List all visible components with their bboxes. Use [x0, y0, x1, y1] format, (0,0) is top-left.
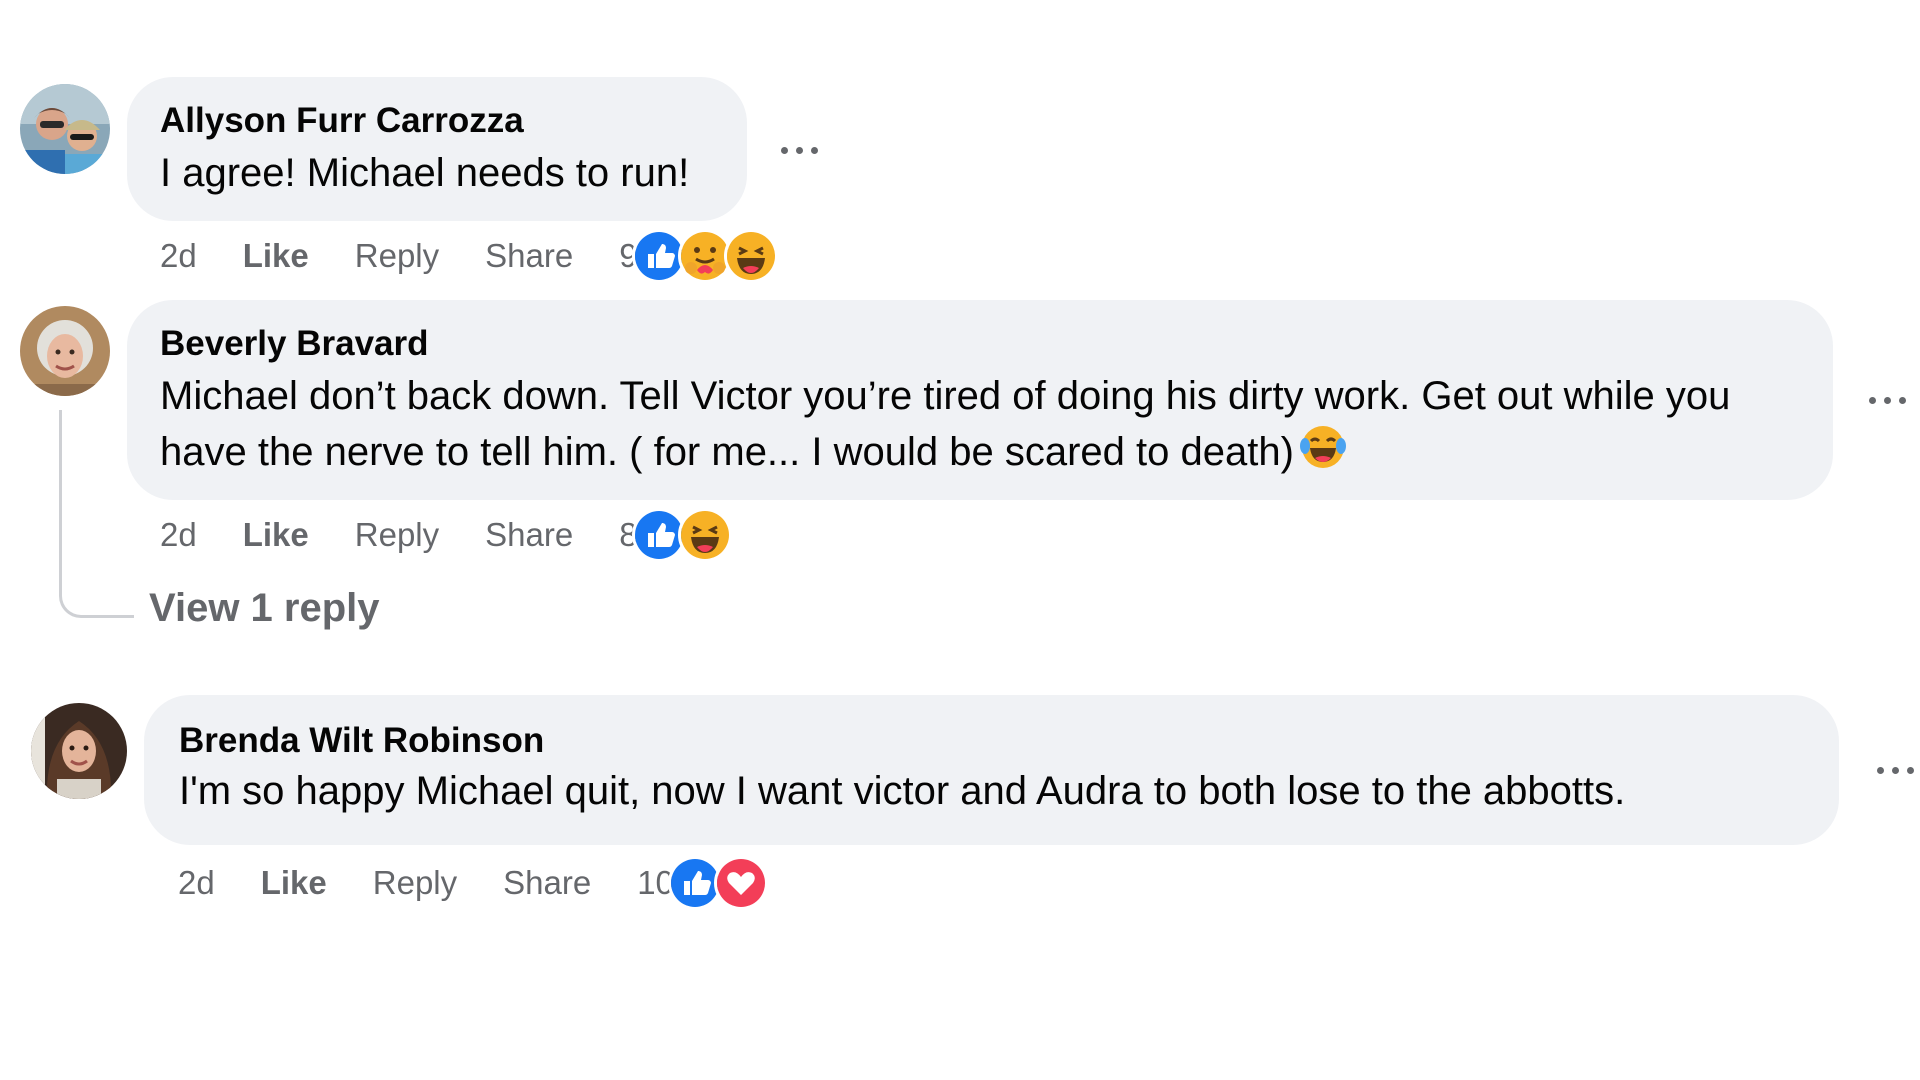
comment-author[interactable]: Brenda Wilt Robinson	[179, 721, 544, 761]
comment-actions: 2d Like Reply Share 10	[178, 855, 768, 911]
more-options-icon[interactable]	[1872, 760, 1920, 780]
comment-bubble: Brenda Wilt Robinson I'm so happy Michae…	[144, 695, 1839, 845]
reply-button[interactable]: Reply	[373, 864, 457, 902]
share-button[interactable]: Share	[503, 864, 591, 902]
comment-thread: Allyson Furr Carrozza I agree! Michael n…	[0, 0, 1920, 1080]
like-button[interactable]: Like	[261, 864, 327, 902]
reaction-summary[interactable]: 10	[637, 856, 768, 910]
love-icon	[713, 856, 768, 910]
comment-text: I'm so happy Michael quit, now I want vi…	[179, 769, 1626, 813]
comment-timestamp[interactable]: 2d	[178, 864, 215, 902]
comment-3: Brenda Wilt Robinson I'm so happy Michae…	[0, 0, 1920, 1000]
avatar[interactable]	[31, 703, 127, 799]
